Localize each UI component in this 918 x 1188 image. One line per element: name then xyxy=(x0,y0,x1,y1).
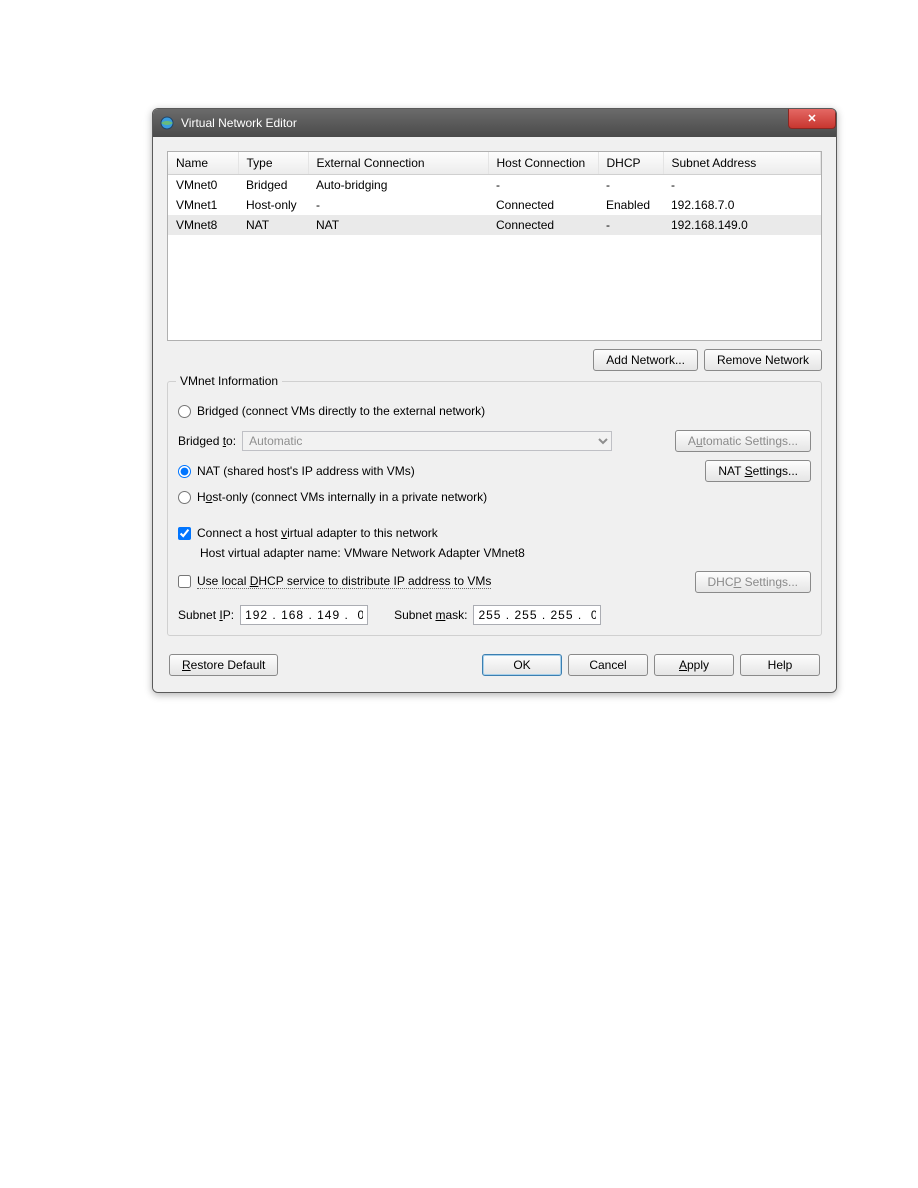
table-cell: - xyxy=(308,195,488,215)
table-buttons-row: Add Network... Remove Network xyxy=(167,349,822,371)
nat-settings-button[interactable]: NAT Settings... xyxy=(705,460,811,482)
table-cell: VMnet8 xyxy=(168,215,238,235)
virtual-network-editor-window: Virtual Network Editor ✕ Name Type Exter… xyxy=(152,108,837,693)
vmnet-information-group: VMnet Information Bridged (connect VMs d… xyxy=(167,381,822,636)
dhcp-checkbox[interactable] xyxy=(178,575,191,588)
col-subnet[interactable]: Subnet Address xyxy=(663,152,821,175)
nat-radio[interactable] xyxy=(178,465,191,478)
dialog-buttons-row: Restore Default OK Cancel Apply Help xyxy=(167,654,822,678)
table-cell: 192.168.149.0 xyxy=(663,215,821,235)
table-row[interactable]: VMnet8NATNATConnected-192.168.149.0 xyxy=(168,215,821,235)
close-button[interactable]: ✕ xyxy=(788,109,836,129)
add-network-button[interactable]: Add Network... xyxy=(593,349,698,371)
subnet-mask-label: Subnet mask: xyxy=(394,608,467,622)
dhcp-settings-button: DHCP Settings... xyxy=(695,571,812,593)
hostonly-radio[interactable] xyxy=(178,491,191,504)
apply-button[interactable]: Apply xyxy=(654,654,734,676)
subnet-ip-label: Subnet IP: xyxy=(178,608,234,622)
titlebar: Virtual Network Editor ✕ xyxy=(153,109,836,137)
automatic-settings-button: Automatic Settings... xyxy=(675,430,811,452)
cancel-button[interactable]: Cancel xyxy=(568,654,648,676)
connect-adapter-checkbox[interactable] xyxy=(178,527,191,540)
table-cell: NAT xyxy=(308,215,488,235)
bridged-to-select: Automatic xyxy=(242,431,612,451)
col-dhcp[interactable]: DHCP xyxy=(598,152,663,175)
table-cell: Enabled xyxy=(598,195,663,215)
adapter-name-text: Host virtual adapter name: VMware Networ… xyxy=(200,546,811,560)
col-name[interactable]: Name xyxy=(168,152,238,175)
table-row[interactable]: VMnet0BridgedAuto-bridging--- xyxy=(168,175,821,196)
table-cell: NAT xyxy=(238,215,308,235)
remove-network-button[interactable]: Remove Network xyxy=(704,349,822,371)
table-cell: - xyxy=(598,175,663,196)
window-title: Virtual Network Editor xyxy=(181,116,297,130)
dhcp-label: Use local DHCP service to distribute IP … xyxy=(197,574,491,589)
table-cell: Bridged xyxy=(238,175,308,196)
bridged-label: Bridged (connect VMs directly to the ext… xyxy=(197,404,485,418)
restore-default-button[interactable]: Restore Default xyxy=(169,654,278,676)
connect-adapter-label: Connect a host virtual adapter to this n… xyxy=(197,526,438,540)
app-icon xyxy=(159,115,175,131)
table-cell: - xyxy=(598,215,663,235)
network-table-container: Name Type External Connection Host Conne… xyxy=(167,151,822,341)
subnet-mask-input[interactable] xyxy=(473,605,601,625)
table-cell: - xyxy=(488,175,598,196)
ok-button[interactable]: OK xyxy=(482,654,562,676)
table-cell: Auto-bridging xyxy=(308,175,488,196)
col-host[interactable]: Host Connection xyxy=(488,152,598,175)
table-cell: VMnet0 xyxy=(168,175,238,196)
subnet-ip-input[interactable] xyxy=(240,605,368,625)
table-cell: VMnet1 xyxy=(168,195,238,215)
network-table[interactable]: Name Type External Connection Host Conne… xyxy=(168,152,821,235)
content-area: Name Type External Connection Host Conne… xyxy=(153,137,836,692)
help-button[interactable]: Help xyxy=(740,654,820,676)
col-type[interactable]: Type xyxy=(238,152,308,175)
table-cell: Host-only xyxy=(238,195,308,215)
table-cell: Connected xyxy=(488,195,598,215)
group-title: VMnet Information xyxy=(176,374,282,388)
nat-label: NAT (shared host's IP address with VMs) xyxy=(197,464,415,478)
col-ext[interactable]: External Connection xyxy=(308,152,488,175)
bridged-to-label: Bridged to: xyxy=(178,434,236,448)
table-row[interactable]: VMnet1Host-only-ConnectedEnabled192.168.… xyxy=(168,195,821,215)
bridged-radio[interactable] xyxy=(178,405,191,418)
table-cell: - xyxy=(663,175,821,196)
table-cell: Connected xyxy=(488,215,598,235)
table-cell: 192.168.7.0 xyxy=(663,195,821,215)
hostonly-label: Host-only (connect VMs internally in a p… xyxy=(197,490,487,504)
